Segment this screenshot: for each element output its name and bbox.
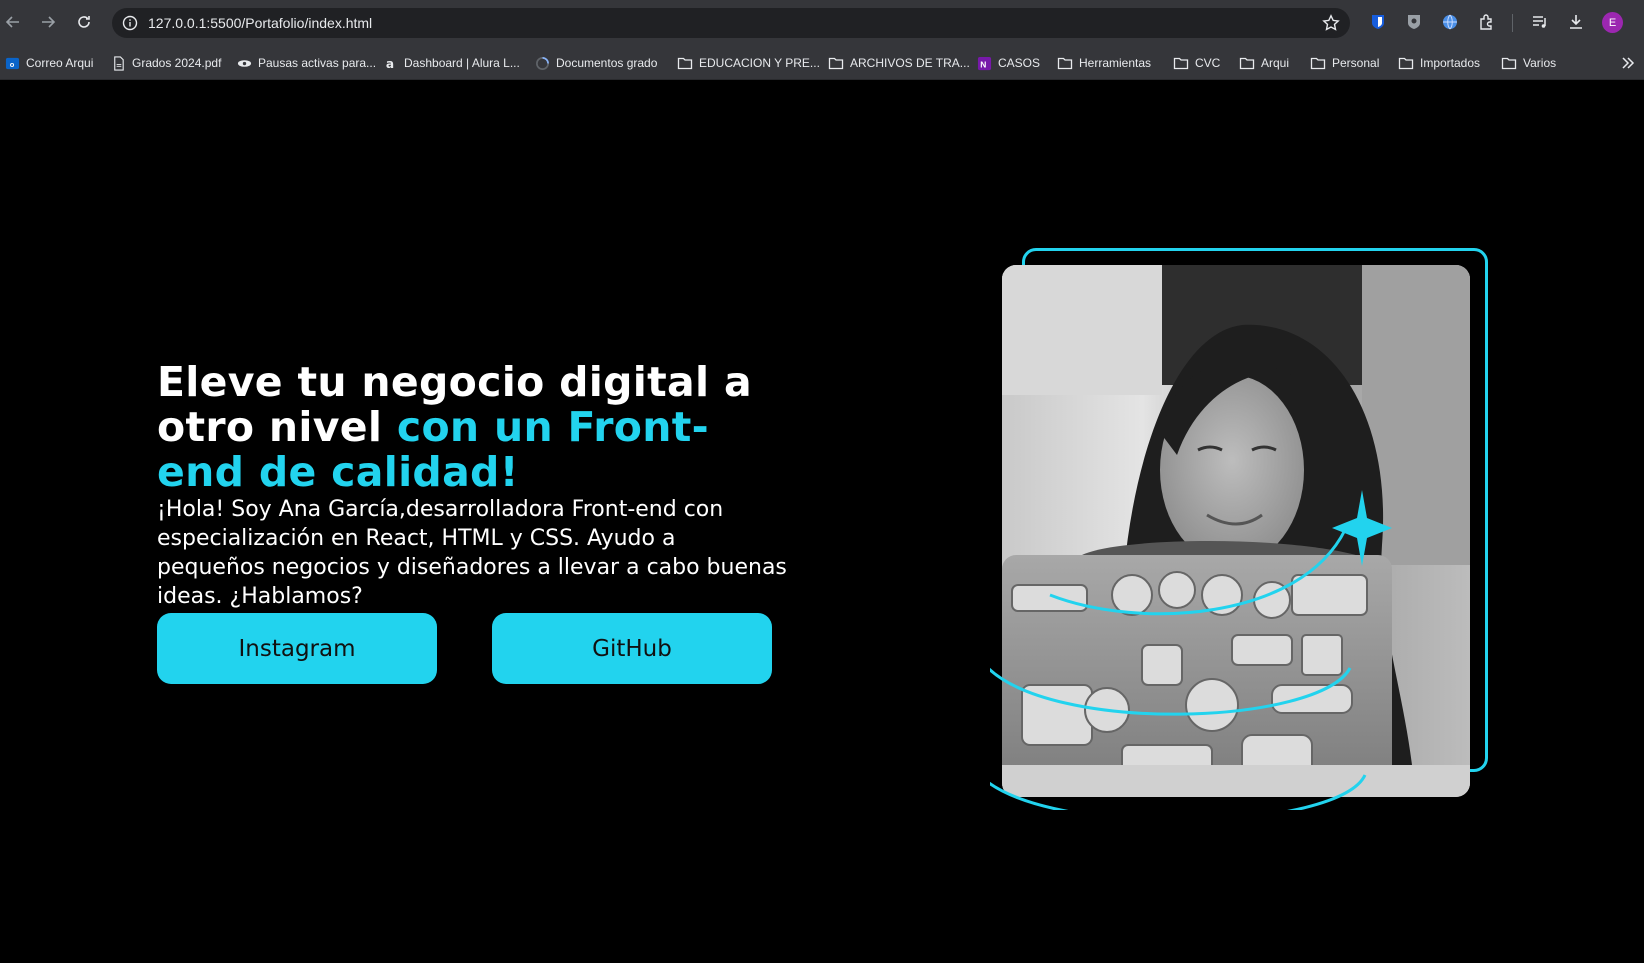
puzzle-icon [1480, 14, 1492, 30]
bookmarks-bar: o Correo Arqui Grados 2024.pdf Pausas ac… [0, 45, 1644, 80]
bookmark-star-icon[interactable] [1322, 14, 1340, 32]
extensions-button[interactable] [1477, 12, 1497, 32]
address-bar[interactable]: 127.0.0.1:5500/Portafolio/index.html [112, 8, 1350, 38]
bookmark-label: Dashboard | Alura L... [404, 56, 520, 70]
bookmark-label: Varios [1523, 56, 1557, 70]
browser-toolbar: 127.0.0.1:5500/Portafolio/index.html E [0, 0, 1644, 45]
portfolio-page: Eleve tu negocio digital a otro nivel co… [0, 80, 1644, 963]
github-button[interactable]: GitHub [492, 613, 772, 684]
folder-icon [1310, 55, 1326, 71]
folder-icon [828, 55, 844, 71]
downloads-button[interactable] [1566, 12, 1586, 32]
folder-icon [1173, 55, 1189, 71]
bookmark-folder[interactable]: Importados [1398, 53, 1480, 73]
reload-button[interactable] [71, 9, 97, 35]
eye-icon [236, 55, 252, 71]
folder-icon [1501, 55, 1517, 71]
shield-check-icon [1408, 15, 1420, 29]
profile-avatar[interactable]: E [1602, 12, 1623, 33]
bookmark-label: Herramientas [1079, 56, 1152, 70]
bookmark-label: Documentos grado [556, 56, 658, 70]
bookmark-label: EDUCACION Y PRE... [699, 56, 820, 70]
bookmark-label: Personal [1332, 56, 1380, 70]
bookmark-item[interactable]: a Dashboard | Alura L... [382, 53, 520, 73]
url-text[interactable]: 127.0.0.1:5500/Portafolio/index.html [148, 15, 372, 31]
instagram-button[interactable]: Instagram [157, 613, 437, 684]
translate-extension[interactable] [1440, 12, 1460, 32]
hero-description: ¡Hola! Soy Ana García,desarrolladora Fro… [157, 497, 787, 609]
bookmark-item[interactable]: o Correo Arqui [4, 53, 93, 73]
shield-icon [1372, 15, 1384, 29]
outlook-icon: o [4, 55, 20, 71]
folder-icon [1398, 55, 1414, 71]
security-extension[interactable] [1404, 12, 1424, 32]
bookmark-folder[interactable]: CVC [1173, 53, 1220, 73]
bookmark-label: CVC [1195, 56, 1221, 70]
svg-text:a: a [385, 57, 393, 71]
svg-text:N: N [980, 59, 986, 69]
bookmark-folder[interactable]: Personal [1310, 53, 1379, 73]
hero-title: Eleve tu negocio digital a otro nivel co… [157, 360, 777, 495]
bookmark-label: Importados [1420, 56, 1481, 70]
site-info-icon[interactable] [120, 13, 140, 33]
bitwarden-extension[interactable] [1368, 12, 1388, 32]
bookmark-item[interactable]: Pausas activas para... [236, 53, 376, 73]
chevron-double-right-icon[interactable] [1620, 55, 1636, 71]
pdf-icon [110, 55, 126, 71]
forward-button[interactable] [35, 9, 61, 35]
bookmark-label: CASOS [998, 56, 1041, 70]
bookmark-folder[interactable]: Varios [1501, 53, 1556, 73]
bookmark-folder[interactable]: Arqui [1239, 53, 1289, 73]
folder-icon [677, 55, 693, 71]
folder-icon [1057, 55, 1073, 71]
bookmark-label: Correo Arqui [26, 56, 94, 70]
forward-arrow-icon [42, 16, 56, 28]
media-controls-button[interactable] [1530, 12, 1550, 32]
profile-photo [1002, 265, 1470, 797]
bookmark-label: Pausas activas para... [258, 56, 377, 70]
toolbar-divider [1512, 14, 1513, 32]
bookmark-folder[interactable]: EDUCACION Y PRE... [677, 53, 820, 73]
globe-icon [1443, 14, 1457, 30]
loading-icon [534, 55, 550, 71]
svg-text:o: o [9, 59, 14, 68]
onenote-icon: N [976, 55, 992, 71]
alura-icon: a [382, 55, 398, 71]
bookmark-label: Grados 2024.pdf [132, 56, 222, 70]
back-arrow-icon [5, 16, 19, 28]
bookmark-item[interactable]: Grados 2024.pdf [110, 53, 221, 73]
bookmark-folder[interactable]: Herramientas [1057, 53, 1151, 73]
bookmark-label: Arqui [1261, 56, 1290, 70]
back-button[interactable] [0, 9, 26, 35]
download-icon [1570, 15, 1582, 29]
reload-icon [78, 16, 90, 28]
bookmark-folder[interactable]: ARCHIVOS DE TRA... [828, 53, 970, 73]
bookmark-item[interactable]: N CASOS [976, 53, 1040, 73]
bookmark-item[interactable]: Documentos grado [534, 53, 657, 73]
playlist-icon [1533, 16, 1546, 28]
folder-icon [1239, 55, 1255, 71]
browser-chrome: 127.0.0.1:5500/Portafolio/index.html E o… [0, 0, 1644, 80]
bookmark-label: ARCHIVOS DE TRA... [850, 56, 970, 70]
